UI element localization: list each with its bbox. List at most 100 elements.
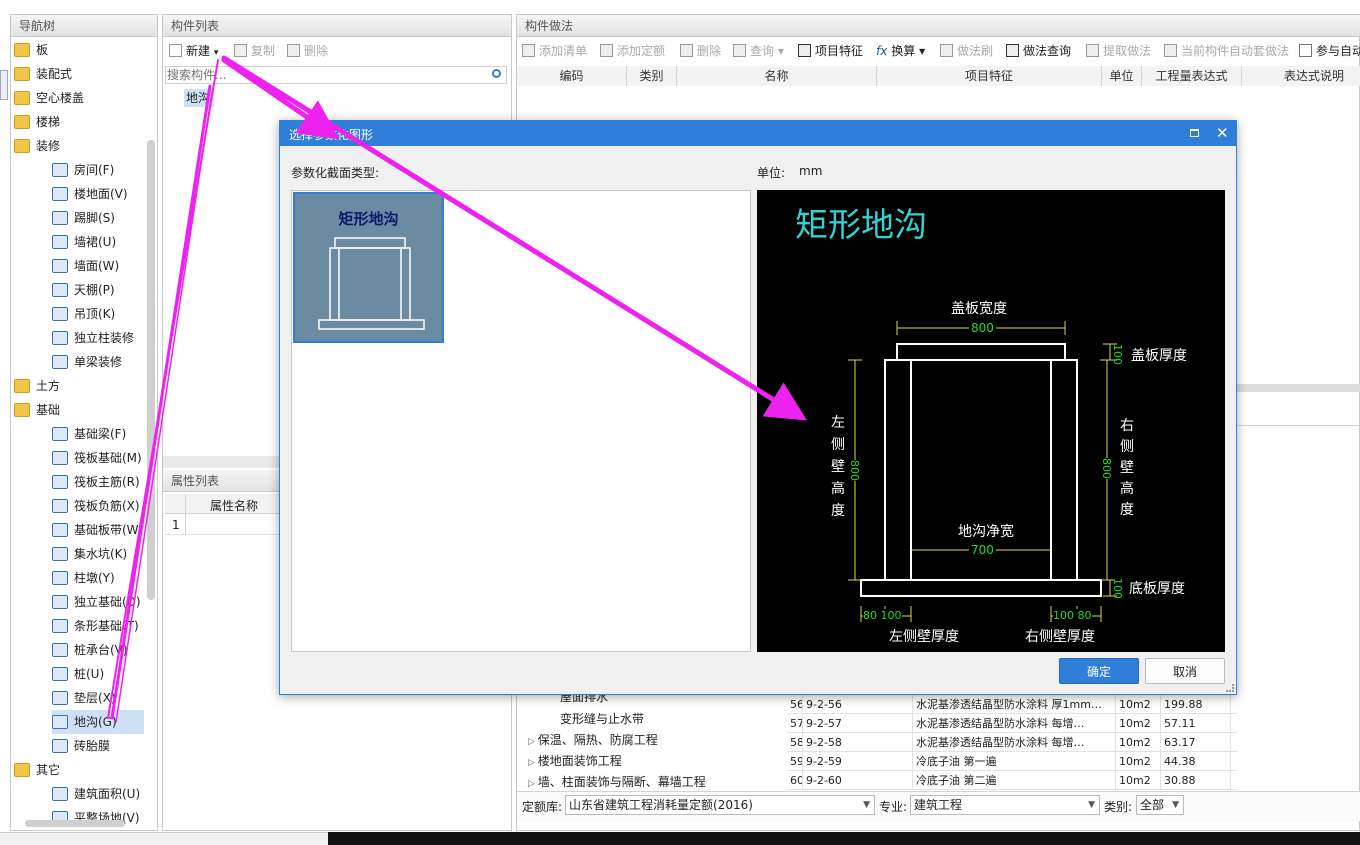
component-list-title: 构件列表 xyxy=(163,15,511,37)
column-header[interactable]: 单位 xyxy=(1102,66,1142,86)
quota-lib-select[interactable]: 山东省建筑工程消耗量定额(2016) ▼ xyxy=(565,795,875,815)
left-edge-strip xyxy=(0,70,8,100)
column-header[interactable]: 类别 xyxy=(627,66,677,86)
component-icon xyxy=(52,595,68,609)
quota-tree-item[interactable]: ▷ 墙、柱面装饰与隔断、幕墙工程 xyxy=(528,772,706,793)
table-row[interactable]: 59 9-2-59 冷底子油 第一遍 10m2 44.38 xyxy=(787,752,1237,771)
nav-item-label: 吊顶(K) xyxy=(74,307,116,321)
nav-item-label: 墙面(W) xyxy=(74,259,120,273)
query-button[interactable]: 查询 ▾ xyxy=(733,42,784,60)
props-col-name: 属性名称 xyxy=(210,499,259,513)
cancel-button[interactable]: 取消 xyxy=(1145,658,1225,684)
table-cell-no: 58 xyxy=(787,733,803,752)
close-icon[interactable]: ✕ xyxy=(1216,124,1229,142)
extract-button[interactable]: 提取做法 xyxy=(1086,42,1151,60)
quota-tree-item[interactable]: 变形缝与止水带 xyxy=(560,709,644,730)
component-item[interactable]: 地沟 xyxy=(184,89,214,107)
feature-icon xyxy=(798,44,811,57)
expand-icon[interactable]: ▷ xyxy=(528,779,538,789)
status-strip xyxy=(328,832,1360,845)
folder-icon xyxy=(14,379,30,393)
column-header[interactable]: 表达式说明 xyxy=(1242,66,1360,86)
expand-icon[interactable]: ▷ xyxy=(528,737,538,747)
table-cell-unit: 10m2 xyxy=(1116,733,1161,752)
right-split-bar-2 xyxy=(1236,396,1360,426)
net-width-value: 700 xyxy=(969,543,996,557)
quota-tree-item[interactable]: ▷ 保温、隔热、防腐工程 xyxy=(528,730,658,751)
table-cell-name: 水泥基渗透结晶型防水涂料 每增… xyxy=(913,714,1116,733)
method-delete-button[interactable]: 删除 xyxy=(680,42,721,60)
table-row[interactable]: 58 9-2-58 水泥基渗透结晶型防水涂料 每增… 10m2 63.17 xyxy=(787,733,1237,752)
right-dims: 100 80 xyxy=(1053,609,1092,622)
nav-item[interactable]: 地沟(G) xyxy=(52,710,144,734)
auto-icon xyxy=(1164,44,1177,57)
major-select[interactable]: 建筑工程 ▼ xyxy=(910,795,1100,815)
table-row[interactable]: 57 9-2-57 水泥基渗透结晶型防水涂料 每增… 10m2 57.11 xyxy=(787,714,1237,733)
component-icon xyxy=(52,283,68,297)
extract-icon xyxy=(1086,44,1099,57)
new-button[interactable]: 新建 ▾ xyxy=(169,42,218,60)
nav-item-label: 集水坑(K) xyxy=(74,547,128,561)
table-row[interactable]: 60 9-2-60 冷底子油 第二遍 10m2 30.88 xyxy=(787,771,1237,790)
props-col-sep xyxy=(185,494,186,535)
nav-item-label: 桩(U) xyxy=(74,667,105,681)
component-icon xyxy=(52,355,68,369)
copy-button[interactable]: 复制 xyxy=(234,42,275,60)
quota-tree-item[interactable]: ▷ 楼地面装饰工程 xyxy=(528,751,622,772)
table-cell-no: 59 xyxy=(787,752,803,771)
cover-thick-label: 盖板厚度 xyxy=(1131,348,1187,364)
item-feature-button[interactable]: 项目特征 xyxy=(798,42,863,60)
add-list-button[interactable]: 添加清单 xyxy=(522,42,587,60)
search-icon[interactable] xyxy=(492,69,501,78)
brush-button[interactable]: 做法刷 xyxy=(940,42,993,60)
participate-checkbox[interactable]: 参与自动 xyxy=(1299,42,1360,60)
shape-thumb-rect-trench[interactable]: 矩形地沟 xyxy=(293,192,444,343)
table-row[interactable]: 56 9-2-56 水泥基渗透结晶型防水涂料 厚1mm… 10m2 199.88 xyxy=(787,695,1237,714)
nav-hscrollbar[interactable] xyxy=(25,820,125,827)
column-header[interactable]: 项目特征 xyxy=(877,66,1102,86)
component-icon xyxy=(52,643,68,657)
status-left xyxy=(0,832,328,845)
maximize-icon[interactable] xyxy=(1190,129,1199,137)
add-quota-button[interactable]: 添加定额 xyxy=(600,42,665,60)
component-search-input[interactable] xyxy=(165,66,507,84)
right-wall-value: 800 xyxy=(1100,458,1113,479)
method-query-button[interactable]: 做法查询 xyxy=(1006,42,1071,60)
table-cell-code: 9-2-57 xyxy=(803,714,913,733)
nav-item-label: 条形基础(T) xyxy=(74,619,139,633)
table-cell-unit: 10m2 xyxy=(1116,771,1161,790)
delete-button[interactable]: 删除 xyxy=(287,42,328,60)
cover-width-label: 盖板宽度 xyxy=(951,301,1007,317)
query-icon xyxy=(733,44,746,57)
expand-icon[interactable]: ▷ xyxy=(528,758,538,768)
component-icon xyxy=(52,787,68,801)
ok-button[interactable]: 确定 xyxy=(1059,658,1139,684)
list-icon xyxy=(522,44,535,57)
nav-item-label: 筏板负筋(X) xyxy=(74,499,140,513)
category-select[interactable]: 全部 ▼ xyxy=(1136,795,1184,815)
nav-item-label: 垫层(X) xyxy=(74,691,116,705)
chevron-down-icon[interactable]: ▾ xyxy=(214,48,219,58)
resize-grip-icon[interactable] xyxy=(1226,684,1234,692)
nav-item-label: 地沟(G) xyxy=(74,715,117,729)
dialog-title: 选择参数化图形 xyxy=(289,128,374,142)
nav-item-label: 基础 xyxy=(36,403,61,417)
table-cell-code: 9-2-58 xyxy=(803,733,913,752)
folder-icon xyxy=(14,139,30,153)
nav-scrollbar[interactable] xyxy=(147,140,155,600)
table-cell-name: 冷底子油 第二遍 xyxy=(913,771,1116,790)
column-header[interactable]: 工程量表达式 xyxy=(1142,66,1242,86)
table-cell-price: 63.17 xyxy=(1161,733,1231,752)
nav-item-label: 独立基础(D) xyxy=(74,595,141,609)
auto-method-button[interactable]: 当前构件自动套做法 xyxy=(1164,42,1289,60)
net-width-label: 地沟净宽 xyxy=(958,524,1014,540)
nav-item-label: 独立柱装修 xyxy=(74,331,135,345)
nav-item-label: 楼地面(V) xyxy=(74,187,128,201)
column-header[interactable]: 编码 xyxy=(517,66,627,86)
column-header[interactable]: 名称 xyxy=(677,66,877,86)
copy-icon xyxy=(234,44,247,57)
base-thick-label: 底板厚度 xyxy=(1129,581,1185,597)
nav-item-label: 基础梁(F) xyxy=(74,427,127,441)
component-icon xyxy=(52,619,68,633)
convert-button[interactable]: fx 换算 ▾ xyxy=(876,42,925,60)
